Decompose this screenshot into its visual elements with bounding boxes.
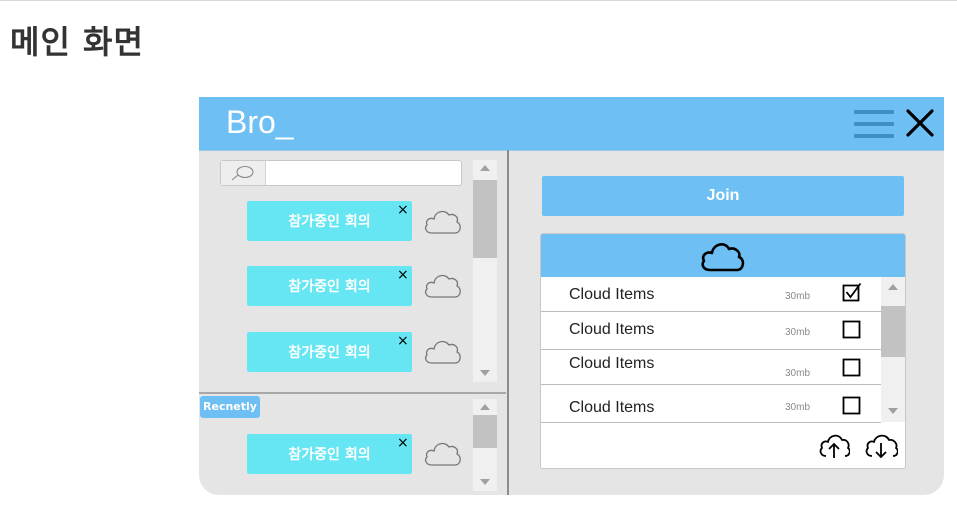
cloud-item-size: 30mb <box>785 368 811 379</box>
cloud-item-name: Cloud Items <box>569 399 655 416</box>
scroll-up-arrow[interactable] <box>480 404 490 410</box>
app-header: Bro_ <box>199 97 944 151</box>
recent-scrollbar[interactable] <box>473 399 497 491</box>
recently-badge: Recnetly <box>200 396 260 418</box>
checkbox-icon[interactable] <box>842 396 862 416</box>
scroll-up-arrow[interactable] <box>888 284 898 290</box>
scroll-thumb[interactable] <box>473 415 497 448</box>
meeting-card[interactable]: 참가중인 회의 × <box>247 434 412 474</box>
cloud-panel-footer <box>541 424 905 468</box>
section-divider <box>199 392 506 394</box>
scroll-down-arrow[interactable] <box>480 479 490 485</box>
cloud-panel: Cloud Items 30mb Cloud Items 30mb Cloud … <box>540 233 906 469</box>
search-icon[interactable] <box>221 161 266 185</box>
hamburger-menu-icon[interactable] <box>854 110 894 138</box>
meeting-label: 참가중인 회의 <box>288 214 371 230</box>
cloud-icon <box>701 243 745 272</box>
cloud-item-size: 30mb <box>785 291 811 302</box>
panel-divider <box>507 150 509 495</box>
cloud-icon[interactable] <box>423 335 463 367</box>
cloud-item-row[interactable]: Cloud Items 30mb <box>541 350 881 385</box>
checkbox-icon[interactable] <box>842 358 862 378</box>
meeting-card[interactable]: 참가중인 회의 × <box>247 332 412 372</box>
app-brand: Bro_ <box>226 104 294 140</box>
cloud-download-icon[interactable] <box>864 432 898 460</box>
meeting-card[interactable]: 참가중인 회의 × <box>247 201 412 241</box>
cloud-item-row[interactable]: Cloud Items 30mb <box>541 312 881 350</box>
meeting-label: 참가중인 회의 <box>288 345 371 361</box>
cloud-icon[interactable] <box>423 269 463 301</box>
cloud-item-size: 30mb <box>785 327 811 338</box>
scroll-up-arrow[interactable] <box>480 165 490 171</box>
cloud-item-size: 30mb <box>785 402 811 413</box>
page-title: 메인 화면 <box>10 23 144 61</box>
cloud-panel-header <box>541 234 905 277</box>
meeting-close-icon[interactable]: × <box>397 268 409 282</box>
scroll-thumb[interactable] <box>473 180 497 258</box>
cloud-item-row[interactable]: Cloud Items 30mb <box>541 277 881 312</box>
cloud-item-name: Cloud Items <box>569 355 655 372</box>
meeting-label: 참가중인 회의 <box>288 279 371 295</box>
cloud-item-row[interactable]: Cloud Items 30mb <box>541 385 881 423</box>
scroll-down-arrow[interactable] <box>480 370 490 376</box>
search-input[interactable] <box>267 163 461 185</box>
meetings-scrollbar[interactable] <box>473 160 497 382</box>
meeting-close-icon[interactable]: × <box>397 436 409 450</box>
search-box <box>220 160 462 186</box>
meeting-label: 참가중인 회의 <box>288 447 371 463</box>
meeting-close-icon[interactable]: × <box>397 203 409 217</box>
cloud-icon[interactable] <box>423 437 463 469</box>
checked-checkbox-icon[interactable] <box>842 282 862 302</box>
scroll-thumb[interactable] <box>881 306 905 357</box>
cloud-item-name: Cloud Items <box>569 286 655 303</box>
checkbox-icon[interactable] <box>842 320 862 340</box>
app-window: Bro_ 참가중인 회의 × 참가중인 회의 × 참가중인 회의 × Recne… <box>199 97 944 495</box>
join-button[interactable]: Join <box>542 176 904 216</box>
cloud-upload-icon[interactable] <box>818 432 850 460</box>
scroll-down-arrow[interactable] <box>888 408 898 414</box>
cloud-icon[interactable] <box>423 205 463 237</box>
cloud-item-name: Cloud Items <box>569 321 655 338</box>
cloud-items-scrollbar[interactable] <box>881 277 905 422</box>
close-x-icon[interactable] <box>905 108 935 138</box>
meeting-close-icon[interactable]: × <box>397 334 409 348</box>
meeting-card[interactable]: 참가중인 회의 × <box>247 266 412 306</box>
